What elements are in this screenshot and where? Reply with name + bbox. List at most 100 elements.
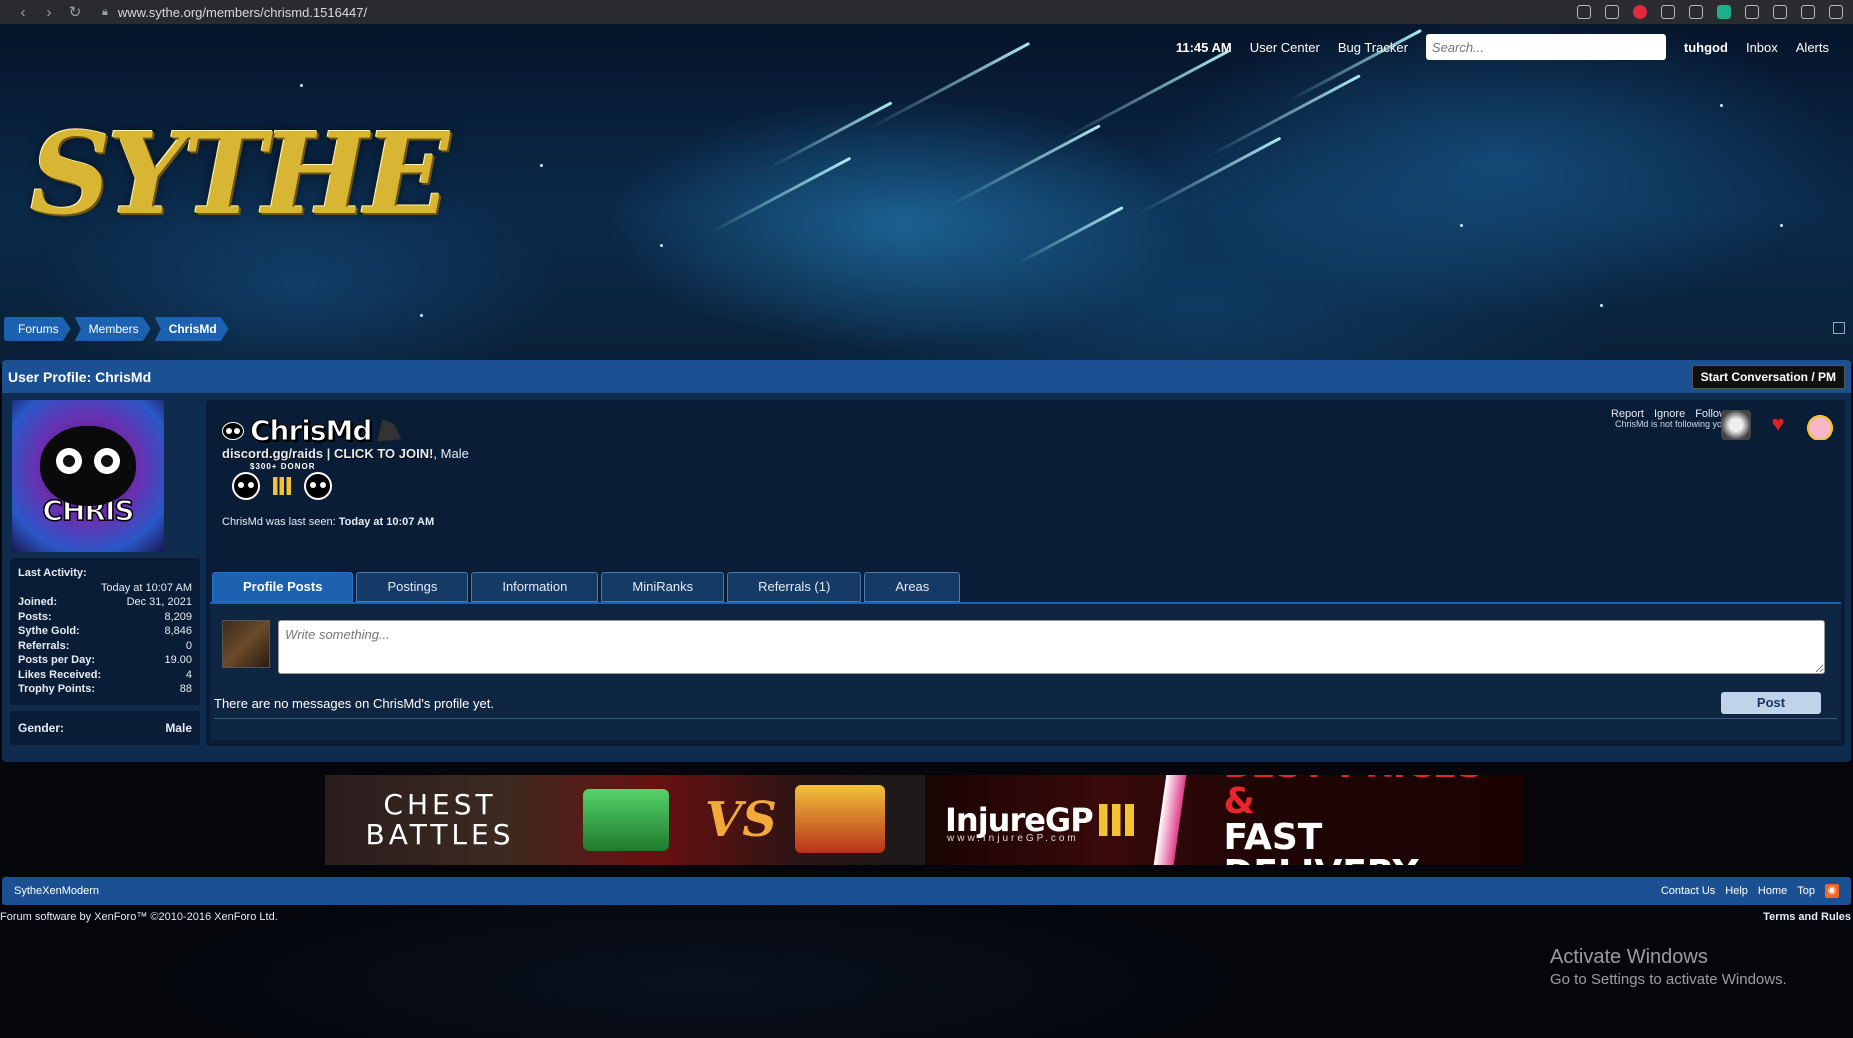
tab-profile-posts[interactable]: Profile Posts [212,572,354,602]
profile-tabs: Profile Posts Postings Information MiniR… [212,572,961,602]
last-seen: ChrisMd was last seen: Today at 10:07 AM [222,516,434,528]
profile-stats: Last Activity: Today at 10:07 AM Joined:… [10,558,200,705]
profile-icon[interactable] [1773,5,1787,19]
stat-label: Joined: [18,596,58,608]
stat-value: 8,846 [164,625,192,637]
tab-information[interactable]: Information [471,572,599,602]
restore-icon[interactable] [1833,322,1845,334]
chest-battles-ad[interactable]: CHEST BATTLES VS [325,775,925,865]
top-link[interactable]: Top [1797,885,1815,897]
empty-message: There are no messages on ChrisMd's profi… [214,696,494,711]
download-icon[interactable] [1801,5,1815,19]
address-bar[interactable]: www.sythe.org/members/chrismd.1516447/ [118,5,367,20]
home-link[interactable]: Home [1758,885,1787,897]
extension-icon[interactable] [1717,5,1731,19]
last-seen-label: ChrisMd was last seen: [222,516,336,528]
stat-label: Last Activity: [18,567,87,579]
injuregp-ad[interactable]: InjureGP www.InjureGP.com BEST PRICES & … [925,775,1524,865]
site-logo[interactable]: SYTHE [30,109,449,240]
advertisement-banner[interactable]: CHEST BATTLES VS InjureGP www.InjureGP.c… [325,775,1524,865]
profile-main: ChrisMd discord.gg/raids | CLICK TO JOIN… [206,400,1845,746]
stat-last-activity-value: Today at 10:07 AM [18,581,192,596]
ad-divider [1153,775,1186,865]
profile-username: ChrisMd [249,414,372,448]
stat-row: Posts: 8,209 [18,610,192,625]
stat-label: Posts: [18,610,52,623]
alerts-link[interactable]: Alerts [1796,40,1829,55]
help-link[interactable]: Help [1725,885,1748,897]
copyright[interactable]: Forum software by XenForo™ ©2010-2016 Xe… [0,911,278,923]
contact-us-link[interactable]: Contact Us [1661,885,1715,897]
stat-value[interactable]: 8,209 [164,610,192,625]
inbox-link[interactable]: Inbox [1746,40,1778,55]
tab-postings[interactable]: Postings [356,572,469,602]
following-note: ChrisMd is not following you [1614,419,1727,429]
bug-tracker-link[interactable]: Bug Tracker [1338,40,1408,55]
gold-bars-icon [1098,804,1134,836]
stat-value: 0 [185,639,192,652]
back-icon[interactable]: ‹ [10,4,36,21]
stat-value: Dec 31, 2021 [126,596,192,608]
forward-icon[interactable]: › [36,4,62,21]
tab-areas[interactable]: Areas [864,572,961,602]
profile-post-input[interactable] [278,620,1825,674]
ad-text-line: BATTLES [365,818,515,851]
cube-icon[interactable] [1745,5,1759,19]
edit-icon[interactable] [1577,5,1591,19]
camera-icon[interactable] [1605,5,1619,19]
post-button[interactable]: Post [1721,692,1821,714]
pig-icon [1805,410,1835,440]
menu-icon[interactable] [1829,5,1843,19]
heart-icon[interactable] [1689,5,1703,19]
tagline-line: FAST DELIVERY [1223,817,1419,866]
hat-icon [377,419,402,442]
discord-link[interactable]: discord.gg/raids | CLICK TO JOIN! [222,446,433,461]
tab-miniranks[interactable]: MiniRanks [601,572,725,602]
style-chooser[interactable]: SytheXenModern [14,885,99,897]
stat-row: Posts per Day: 19.00 [18,653,192,668]
stat-row: Sythe Gold: 8,846 [18,624,192,639]
reload-icon[interactable]: ↻ [62,3,88,21]
portrait-icon [1721,410,1751,440]
terms-link[interactable]: Terms and Rules [1763,911,1851,923]
stat-label: Sythe Gold: [18,625,80,637]
stat-value: 4 [185,668,192,681]
user-title-suffix: , Male [433,446,469,461]
current-time: 11:45 AM [1175,39,1232,55]
profile-actions: Report Ignore Follow ChrisMd is not foll… [1611,408,1727,429]
footer-bar: SytheXenModern Contact Us Help Home Top … [2,877,1851,905]
start-conversation-button[interactable]: Start Conversation / PM [1691,364,1845,389]
stat-label: Likes Received: [18,668,102,681]
user-center-link[interactable]: User Center [1250,40,1320,55]
account-username-link[interactable]: tuhgod [1684,40,1728,55]
gender-label: Gender: [18,720,65,735]
profile-sidebar: CHRIS Last Activity: Today at 10:07 AM J… [10,400,200,745]
breadcrumb-members[interactable]: Members [75,317,151,341]
profile-title-bar: User Profile: ChrisMd Start Conversation… [2,360,1851,393]
shield-icon[interactable] [1633,5,1647,19]
eyes-badge-icon [232,472,260,500]
windows-activation-watermark: Activate Windows Go to Settings to activ… [1550,946,1787,988]
eyes-badge-icon [304,472,332,500]
search-input[interactable] [1425,34,1666,60]
site-header: SYTHE 11:45 AM User Center Bug Tracker t… [0,24,1853,364]
trophy-icons: ♥ [1721,410,1835,440]
ad-tagline: BEST PRICES & FAST DELIVERY [1224,775,1524,865]
injuregp-url: www.InjureGP.com [947,833,1079,844]
activation-title: Activate Windows [1550,946,1708,968]
stat-label: Referrals: [18,639,70,652]
play-icon[interactable] [1661,5,1675,19]
stat-value[interactable]: 88 [180,682,192,697]
eyes-icon [222,421,244,440]
red-chest-icon [795,785,885,853]
stat-row: Likes Received: 4 [18,668,192,683]
rss-icon[interactable]: ◉ [1825,884,1839,898]
current-user-avatar[interactable] [222,620,270,668]
stat-label: Trophy Points: [18,683,95,695]
stat-row: Trophy Points: 88 [18,682,192,697]
avatar[interactable]: CHRIS [12,400,164,552]
breadcrumb-forums[interactable]: Forums [4,317,71,341]
donor-label: $300+ DONOR [250,462,316,471]
breadcrumb-current[interactable]: ChrisMd [155,317,229,341]
tab-referrals[interactable]: Referrals (1) [727,572,862,602]
